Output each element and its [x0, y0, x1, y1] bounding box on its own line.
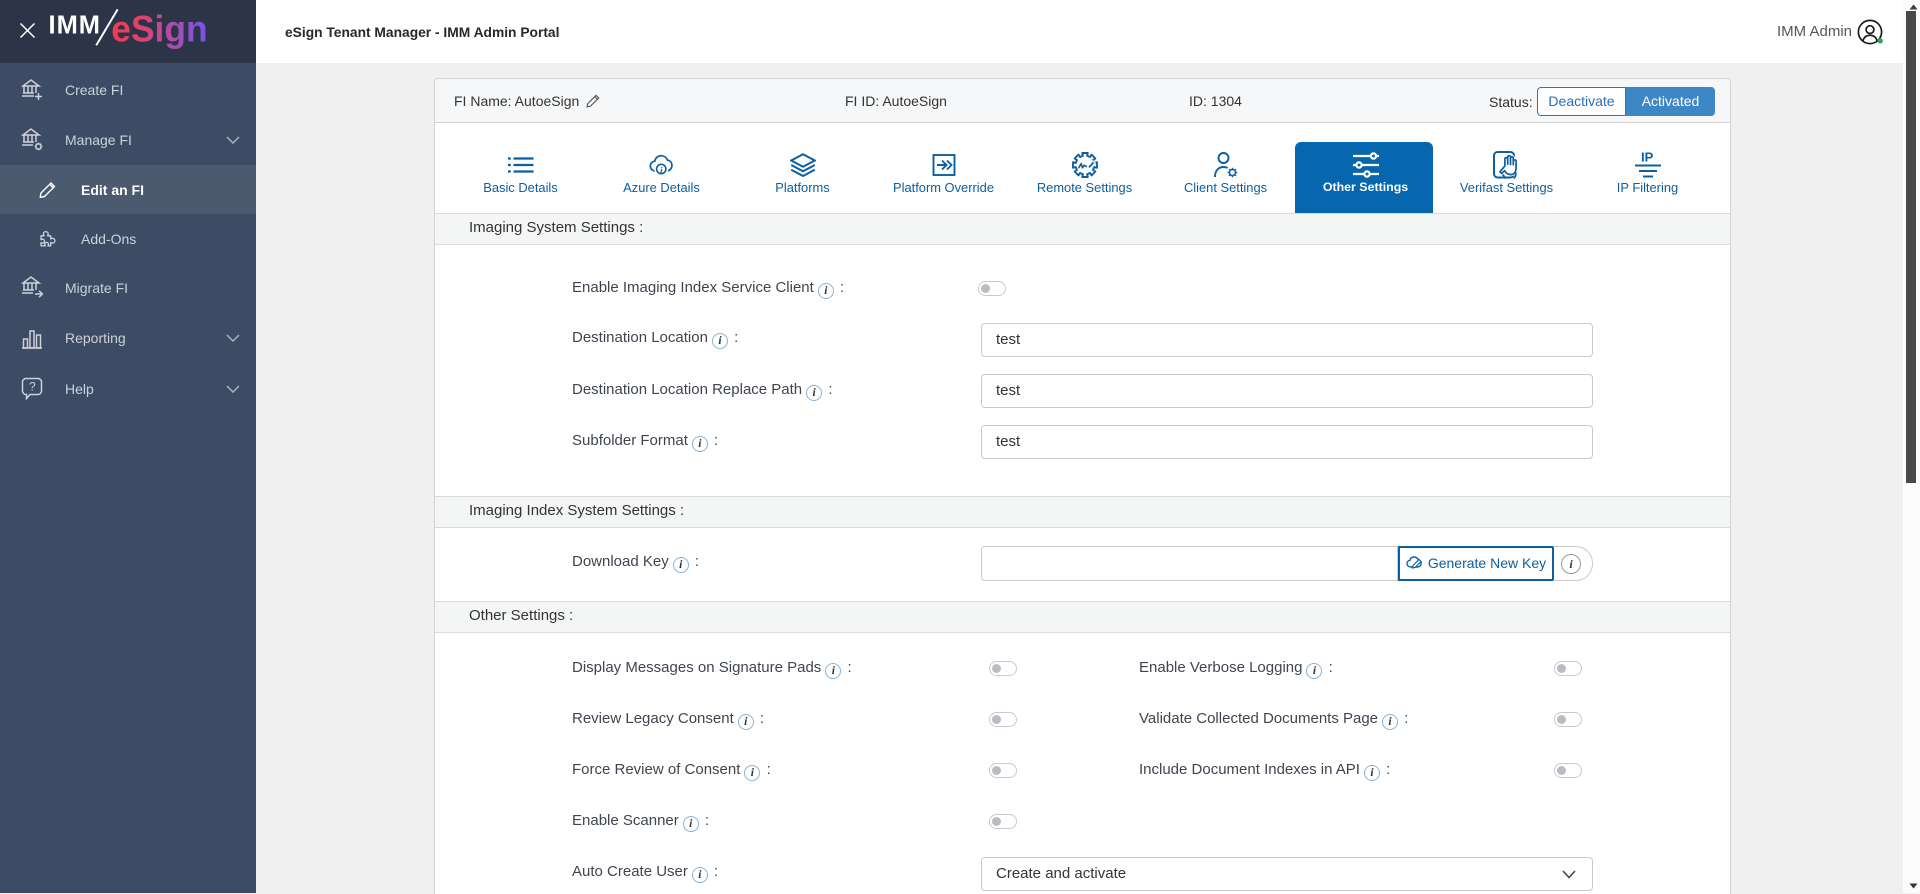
svg-text:eSign: eSign — [111, 8, 207, 50]
svg-text:IMM: IMM — [49, 11, 99, 39]
svg-text:?: ? — [29, 380, 36, 394]
svg-text:IP: IP — [1641, 152, 1654, 165]
